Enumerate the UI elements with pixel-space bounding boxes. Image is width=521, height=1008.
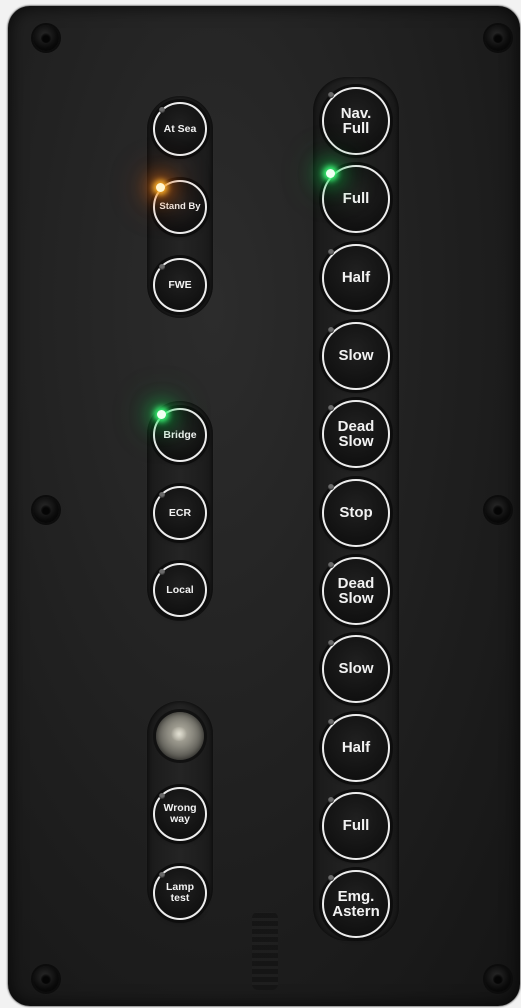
slow-ahead-led: [328, 327, 334, 333]
nav-full-ahead-led: [328, 92, 334, 98]
full-astern-led: [328, 797, 334, 803]
ecr-led: [159, 492, 165, 498]
lamp-test-led: [159, 872, 165, 878]
stop-led: [328, 484, 334, 490]
bridge-led: [157, 410, 166, 419]
slow-astern-led: [328, 640, 334, 646]
screw-bottom-right: [485, 966, 511, 992]
stand-by-led: [156, 183, 165, 192]
wrong-way-led: [159, 793, 165, 799]
at-sea-led: [159, 107, 165, 113]
screw-mid-left: [33, 497, 59, 523]
screw-top-left: [33, 25, 59, 51]
telegraph-control-panel: [8, 6, 520, 1006]
screw-bottom-left: [33, 966, 59, 992]
dead-slow-astern-led: [328, 562, 334, 568]
half-astern-led: [328, 719, 334, 725]
local-led: [159, 569, 165, 575]
screw-mid-right: [485, 497, 511, 523]
alarm-lamp: [156, 712, 204, 760]
full-ahead-led: [326, 169, 335, 178]
manufacturer-logo: [252, 912, 278, 990]
half-ahead-led: [328, 249, 334, 255]
fwe-led: [159, 264, 165, 270]
screw-top-right: [485, 25, 511, 51]
dead-slow-ahead-led: [328, 405, 334, 411]
emg-astern-led: [328, 875, 334, 881]
